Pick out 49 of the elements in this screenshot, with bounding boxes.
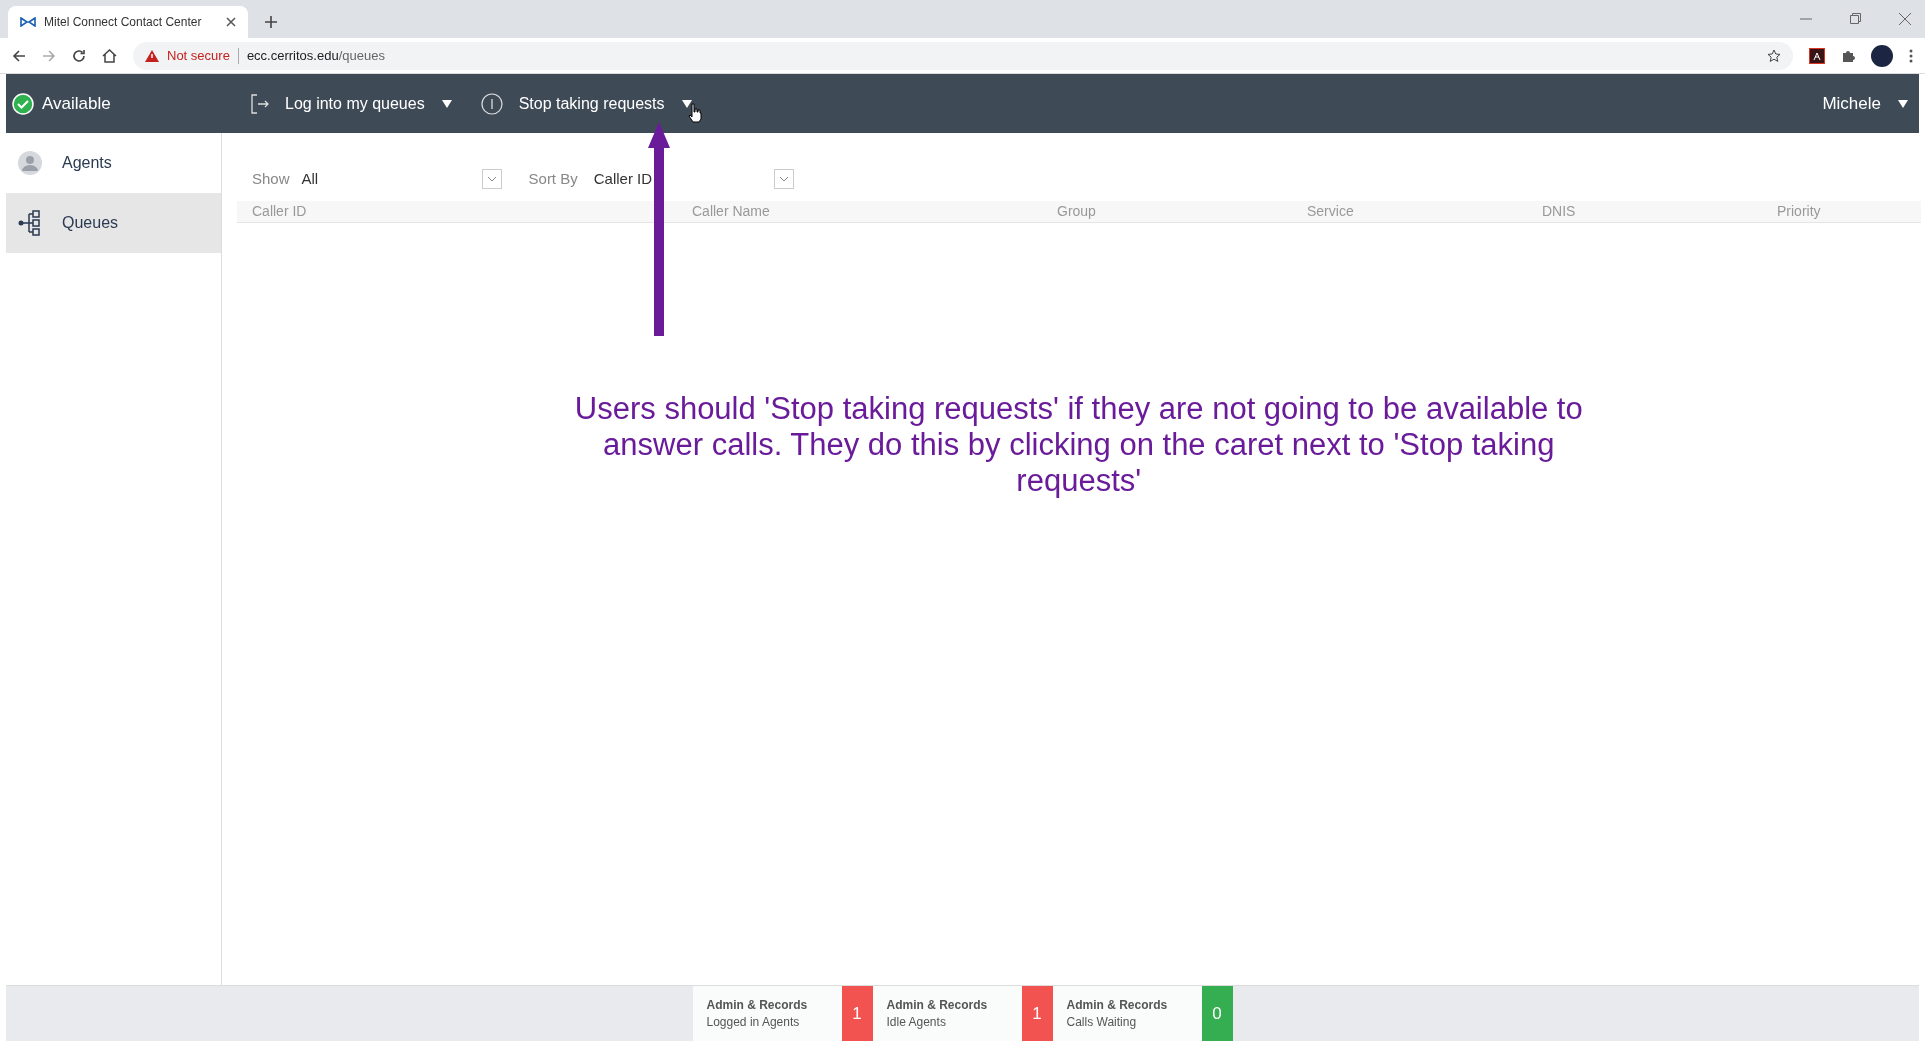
status-label[interactable]: Available bbox=[42, 90, 111, 117]
new-tab-icon[interactable] bbox=[264, 15, 278, 29]
show-label: Show bbox=[252, 168, 290, 189]
sort-by-label: Sort By bbox=[528, 168, 578, 189]
address-field[interactable]: Not secure ecc.cerritos.edu/queues bbox=[133, 41, 1793, 70]
stat-count: 1 bbox=[1021, 986, 1053, 1041]
star-icon[interactable] bbox=[1767, 48, 1781, 63]
chevron-down-icon bbox=[773, 169, 794, 189]
stat-title: Admin & Records bbox=[1066, 996, 1169, 1014]
log-in-icon bbox=[251, 93, 269, 114]
user-menu[interactable]: Michele bbox=[1822, 90, 1909, 117]
menu-icon[interactable] bbox=[1909, 48, 1913, 63]
browser-tab[interactable]: Mitel Connect Contact Center bbox=[8, 6, 248, 38]
info-circle-icon bbox=[480, 92, 503, 115]
tab-title: Mitel Connect Contact Center bbox=[44, 14, 203, 31]
close-icon[interactable] bbox=[226, 17, 236, 27]
chevron-down-icon bbox=[481, 169, 502, 189]
person-icon bbox=[18, 151, 42, 175]
security-label: Not secure bbox=[167, 46, 230, 65]
caret-icon bbox=[1897, 98, 1909, 109]
hierarchy-icon bbox=[18, 210, 42, 236]
back-icon[interactable] bbox=[12, 48, 26, 63]
url-text: ecc.cerritos.edu/queues bbox=[246, 46, 385, 65]
sidebar-item[interactable]: Queues bbox=[6, 193, 221, 253]
stat-title: Admin & Records bbox=[706, 996, 809, 1014]
profile-avatar[interactable] bbox=[1871, 44, 1893, 67]
logo-icon bbox=[20, 17, 36, 27]
warning-icon bbox=[145, 49, 159, 62]
caret-icon bbox=[680, 98, 693, 109]
stat-subtitle: Idle Agents bbox=[886, 1013, 947, 1031]
sort-by-dropdown[interactable]: Caller ID bbox=[593, 167, 794, 191]
show-dropdown[interactable]: All bbox=[301, 167, 502, 191]
caret-icon bbox=[440, 98, 453, 109]
close-icon[interactable] bbox=[1899, 13, 1911, 25]
reload-icon[interactable] bbox=[72, 48, 86, 63]
stop-requests-button[interactable]: Stop taking requests bbox=[480, 91, 693, 116]
restore-icon[interactable] bbox=[1850, 13, 1861, 24]
check-circle-icon bbox=[12, 92, 34, 115]
stat-subtitle: Logged in Agents bbox=[706, 1013, 801, 1031]
log-in-queues-button[interactable]: Log into my queues bbox=[251, 91, 453, 116]
annotation-text: Users should 'Stop taking requests' if they are not going to be available to answer calls. They do this by clicking on the caret next to 'Stop taking requests' bbox=[573, 391, 1584, 499]
hand-cursor-icon bbox=[688, 103, 702, 123]
pdf-extension-icon[interactable] bbox=[1809, 47, 1825, 64]
stat-subtitle: Calls Waiting bbox=[1066, 1013, 1138, 1031]
puzzle-icon[interactable] bbox=[1841, 48, 1855, 63]
home-icon[interactable] bbox=[102, 48, 117, 63]
stat-count: 0 bbox=[1201, 986, 1233, 1041]
stat-count: 1 bbox=[841, 986, 873, 1041]
stat-title: Admin & Records bbox=[886, 996, 989, 1014]
